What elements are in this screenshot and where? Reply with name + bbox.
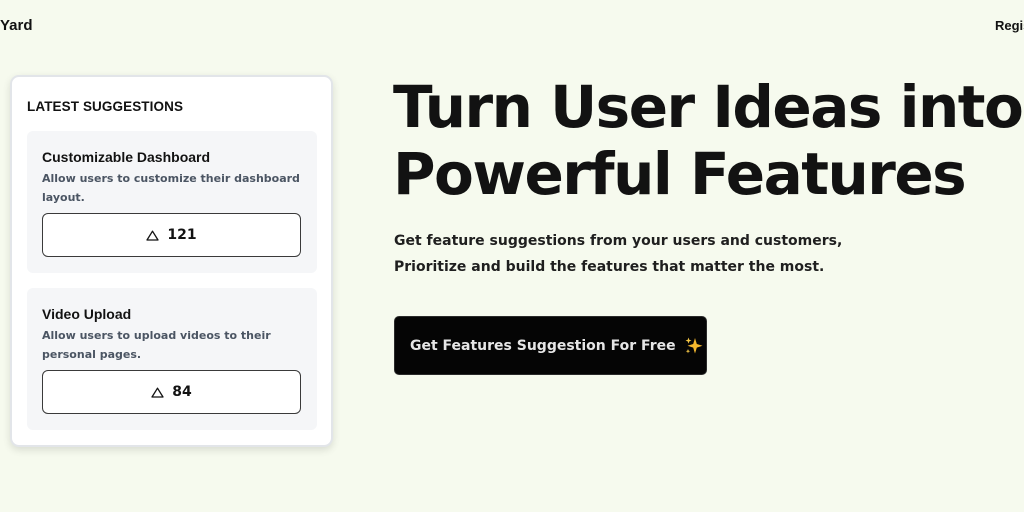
sparkles-icon — [684, 336, 704, 356]
hero-subtitle-line-2: Prioritize and build the features that m… — [394, 259, 825, 275]
brand-logo[interactable]: Yard — [0, 17, 33, 34]
vote-count: 121 — [167, 227, 197, 243]
register-link[interactable]: Regis — [995, 18, 1024, 33]
suggestion-description: Allow users to customize their dashboard… — [42, 172, 300, 204]
get-started-button[interactable]: Get Features Suggestion For Free — [394, 316, 707, 375]
hero-subtitle: Get feature suggestions from your users … — [394, 228, 994, 280]
hero-subtitle-line-1: Get feature suggestions from your users … — [394, 233, 843, 249]
suggestions-heading: LATEST SUGGESTIONS — [27, 99, 184, 114]
hero-title: Turn User Ideas into Powerful Features — [393, 74, 1024, 208]
hero-title-line-1: Turn User Ideas into — [393, 73, 1024, 141]
latest-suggestions-card: LATEST SUGGESTIONS Customizable Dashboar… — [10, 75, 333, 447]
upvote-button[interactable]: 121 — [42, 213, 301, 257]
suggestion-title: Customizable Dashboard — [42, 149, 211, 165]
triangle-up-icon — [146, 230, 160, 241]
suggestion-item: Video Upload Allow users to upload video… — [27, 288, 317, 430]
suggestion-title: Video Upload — [42, 306, 132, 322]
cta-label: Get Features Suggestion For Free — [410, 337, 676, 354]
vote-count: 84 — [172, 384, 192, 400]
suggestion-description: Allow users to upload videos to their pe… — [42, 329, 271, 361]
triangle-up-icon — [151, 387, 164, 398]
suggestion-item: Customizable Dashboard Allow users to cu… — [27, 131, 317, 273]
upvote-button[interactable]: 84 — [42, 370, 301, 414]
landing-page: Yard Regis LATEST SUGGESTIONS Customizab… — [0, 0, 1024, 512]
hero-title-line-2: Powerful Features — [393, 140, 967, 208]
